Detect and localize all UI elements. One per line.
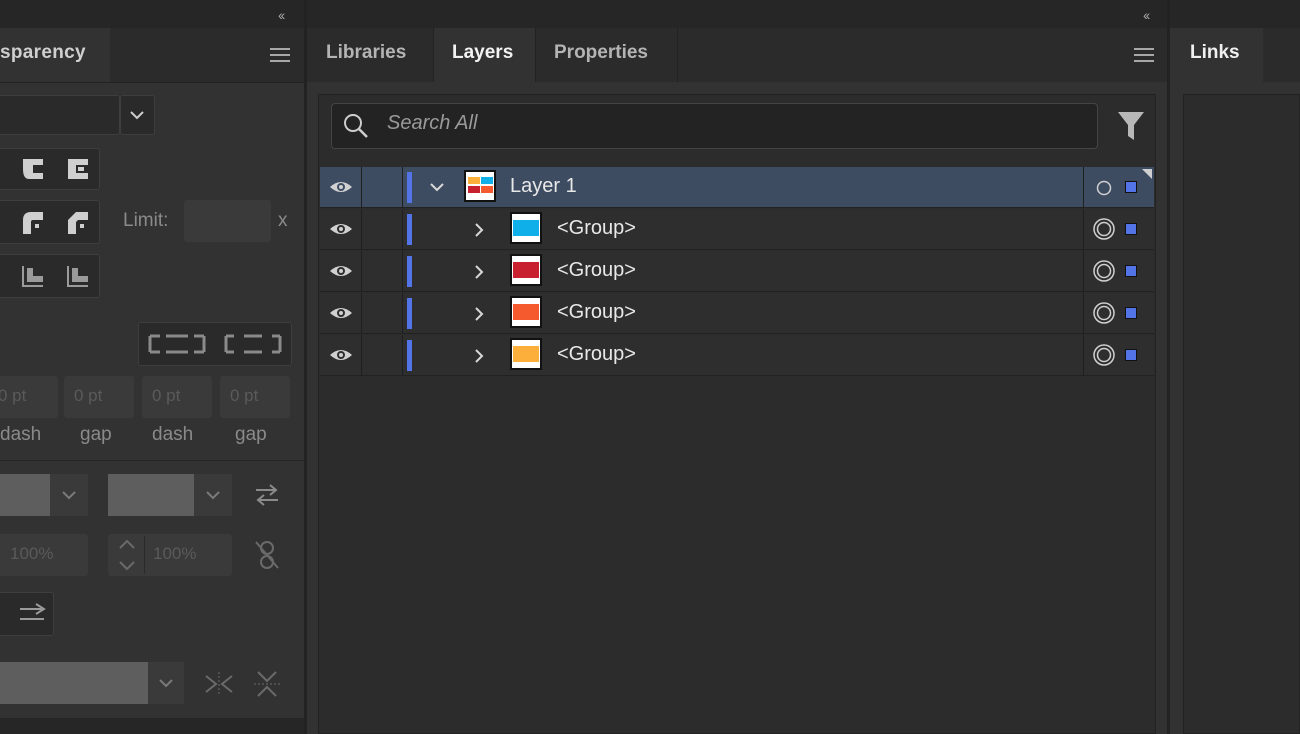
- layers-panel-topbar: ‹‹: [307, 0, 1167, 28]
- miter-limit-field[interactable]: [184, 200, 271, 242]
- gap-label-2: gap: [235, 424, 267, 445]
- profile-dropdown[interactable]: [148, 662, 184, 704]
- tab-links-label: Links: [1190, 42, 1240, 63]
- group-name: <Group>: [557, 217, 636, 239]
- selection-corner-icon: [1142, 169, 1152, 179]
- limit-unit: x: [278, 210, 288, 231]
- tab-transparency-label: sparency: [0, 42, 86, 63]
- arrowhead-start-dropdown[interactable]: [50, 474, 88, 516]
- arrowhead-end-dropdown[interactable]: [194, 474, 232, 516]
- align-stroke-outside-icon[interactable]: [64, 262, 92, 290]
- divider: [0, 460, 304, 461]
- selection-indicator[interactable]: [1125, 349, 1137, 361]
- target-icon[interactable]: [1092, 217, 1116, 241]
- limit-label: Limit:: [123, 210, 169, 231]
- arrowhead-start-select[interactable]: [0, 474, 50, 516]
- left-panel-topbar: ‹‹: [0, 0, 304, 28]
- group-thumbnail: [510, 338, 542, 370]
- chevron-down-icon: [206, 491, 220, 500]
- layer-color-bar: [407, 214, 412, 245]
- projecting-cap-icon[interactable]: [64, 155, 92, 183]
- selection-indicator[interactable]: [1125, 181, 1137, 193]
- target-icon[interactable]: [1092, 301, 1116, 325]
- stroke-weight-field[interactable]: [0, 95, 120, 135]
- chevron-down-icon: [62, 491, 76, 500]
- layers-panel-menu-icon[interactable]: [1134, 48, 1154, 64]
- bevel-join-icon[interactable]: [64, 208, 92, 236]
- search-icon: [342, 112, 370, 140]
- layer-thumbnail: [464, 170, 496, 202]
- visibility-eye-icon[interactable]: [329, 346, 353, 364]
- tab-properties-label: Properties: [554, 42, 648, 63]
- group-row[interactable]: <Group>: [320, 335, 1154, 376]
- chevron-right-icon[interactable]: [472, 220, 486, 240]
- swap-arrows-icon[interactable]: [252, 481, 282, 509]
- collapse-panel-icon[interactable]: ‹‹: [278, 7, 285, 23]
- group-thumbnail: [510, 254, 542, 286]
- selection-indicator[interactable]: [1125, 265, 1137, 277]
- scale-end-value: 100%: [153, 544, 197, 563]
- group-thumbnail: [510, 296, 542, 328]
- layer-color-bar: [407, 340, 412, 371]
- search-placeholder: Search All: [387, 112, 478, 134]
- stroke-weight-dropdown[interactable]: [120, 95, 155, 135]
- selection-indicator[interactable]: [1125, 223, 1137, 235]
- arrow-align-icon[interactable]: [18, 600, 48, 628]
- group-row[interactable]: <Group>: [320, 251, 1154, 292]
- dash-preset-exact-icon[interactable]: [146, 330, 208, 358]
- links-panel-topbar: [1170, 0, 1300, 28]
- group-name: <Group>: [557, 259, 636, 281]
- align-stroke-inside-icon[interactable]: [19, 262, 47, 290]
- gap-label-1: gap: [80, 424, 112, 445]
- chevron-right-icon[interactable]: [472, 262, 486, 282]
- collapse-panel-icon[interactable]: ‹‹: [1143, 7, 1150, 23]
- layer-row[interactable]: Layer 1: [320, 167, 1154, 208]
- round-cap-icon[interactable]: [19, 155, 47, 183]
- arrowhead-end-select[interactable]: [108, 474, 194, 516]
- group-name: <Group>: [557, 343, 636, 365]
- round-join-icon[interactable]: [19, 208, 47, 236]
- stepper-icon[interactable]: [116, 538, 138, 572]
- dash-value-1: 0 pt: [0, 386, 27, 405]
- visibility-eye-icon[interactable]: [329, 220, 353, 238]
- links-list: [1183, 94, 1300, 734]
- layer-color-bar: [407, 256, 412, 287]
- flip-horizontal-icon[interactable]: [204, 670, 234, 698]
- target-icon[interactable]: [1095, 179, 1113, 197]
- profile-select[interactable]: [0, 662, 148, 704]
- chevron-down-icon: [130, 111, 144, 120]
- filter-icon[interactable]: [1116, 110, 1146, 142]
- dash-label-1: dash: [0, 424, 42, 445]
- chevron-right-icon[interactable]: [472, 346, 486, 366]
- visibility-eye-icon[interactable]: [329, 304, 353, 322]
- tab-libraries-label: Libraries: [326, 42, 407, 63]
- target-icon[interactable]: [1092, 259, 1116, 283]
- group-row[interactable]: <Group>: [320, 293, 1154, 334]
- scale-start-value: 100%: [10, 544, 54, 563]
- layer-name: Layer 1: [510, 175, 577, 197]
- dash-preset-align-icon[interactable]: [222, 330, 284, 358]
- unlink-scale-icon[interactable]: [252, 538, 282, 572]
- layer-color-bar: [407, 172, 412, 203]
- tab-layers-label: Layers: [452, 42, 514, 63]
- selection-indicator[interactable]: [1125, 307, 1137, 319]
- flip-vertical-icon[interactable]: [252, 670, 282, 698]
- group-row[interactable]: <Group>: [320, 209, 1154, 250]
- dash-label-2: dash: [152, 424, 194, 445]
- gap-value-1: 0 pt: [74, 386, 103, 405]
- chevron-down-icon[interactable]: [427, 179, 447, 195]
- visibility-eye-icon[interactable]: [329, 262, 353, 280]
- target-icon[interactable]: [1092, 343, 1116, 367]
- chevron-right-icon[interactable]: [472, 304, 486, 324]
- dash-value-2: 0 pt: [152, 386, 181, 405]
- gap-value-2: 0 pt: [230, 386, 259, 405]
- group-thumbnail: [510, 212, 542, 244]
- panel-menu-icon[interactable]: [270, 48, 290, 64]
- visibility-eye-icon[interactable]: [329, 178, 353, 196]
- group-name: <Group>: [557, 301, 636, 323]
- layer-color-bar: [407, 298, 412, 329]
- chevron-down-icon: [159, 679, 173, 688]
